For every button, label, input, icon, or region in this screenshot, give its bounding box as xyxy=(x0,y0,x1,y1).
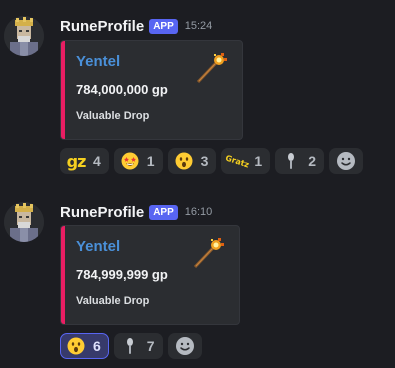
embed-color-bar xyxy=(61,41,65,139)
embed-color-bar xyxy=(61,226,65,324)
reaction-spoon[interactable]: 7 xyxy=(113,333,163,359)
reaction-count: 1 xyxy=(254,153,263,169)
avatar-icon xyxy=(4,202,44,242)
avatar-icon xyxy=(4,16,44,56)
embed-value: 784,000,000 gp xyxy=(76,82,168,97)
reaction-star-struck[interactable]: 1 xyxy=(113,148,163,174)
add-reaction-button[interactable] xyxy=(167,333,202,359)
reaction-count: 4 xyxy=(93,153,101,169)
astonished-face-emoji xyxy=(67,337,85,355)
staff-icon[interactable] xyxy=(191,236,225,270)
reaction-count: 1 xyxy=(146,153,155,169)
embed-footer: Valuable Drop xyxy=(76,295,150,307)
username[interactable]: RuneProfile xyxy=(60,18,144,35)
gratz-emoji-text: Gratz xyxy=(224,152,251,170)
staff-icon[interactable] xyxy=(194,51,228,85)
add-reaction-icon xyxy=(175,337,194,355)
embed-value: 784,999,999 gp xyxy=(76,267,168,282)
star-struck-emoji xyxy=(121,152,139,170)
reaction-count: 3 xyxy=(200,153,209,169)
spoon-emoji xyxy=(282,152,300,170)
embed-footer: Valuable Drop xyxy=(76,110,150,122)
gratz-text-emoji: Gratz xyxy=(224,152,250,170)
reaction-astonished[interactable]: 6 xyxy=(60,333,109,359)
spoon-emoji xyxy=(121,337,139,355)
embed: Yentel 784,000,000 gp Valuable Drop xyxy=(60,40,243,140)
message-header: RuneProfile APP 16:10 xyxy=(60,203,212,221)
reaction-gz[interactable]: gz 4 xyxy=(60,148,109,174)
reaction-spoon[interactable]: 2 xyxy=(275,148,324,174)
gz-text-emoji: gz xyxy=(66,151,87,171)
embed: Yentel 784,999,999 gp Valuable Drop xyxy=(60,225,240,325)
reaction-count: 7 xyxy=(146,338,155,354)
avatar[interactable] xyxy=(4,202,44,242)
timestamp[interactable]: 15:24 xyxy=(185,20,213,32)
reaction-count: 2 xyxy=(308,153,316,169)
add-reaction-button[interactable] xyxy=(328,148,363,174)
message-header: RuneProfile APP 15:24 xyxy=(60,17,212,35)
reaction-gratz[interactable]: Gratz 1 xyxy=(221,148,271,174)
app-badge: APP xyxy=(149,18,178,34)
app-badge: APP xyxy=(149,204,178,220)
reaction-bar: gz 4 1 3 Gratz 1 2 xyxy=(60,148,363,174)
embed-title[interactable]: Yentel xyxy=(76,238,120,255)
username[interactable]: RuneProfile xyxy=(60,204,144,221)
reaction-astonished[interactable]: 3 xyxy=(167,148,217,174)
add-reaction-icon xyxy=(336,152,355,170)
reaction-bar: 6 7 xyxy=(60,333,202,359)
astonished-face-emoji xyxy=(175,152,193,170)
embed-title[interactable]: Yentel xyxy=(76,53,120,70)
timestamp[interactable]: 16:10 xyxy=(185,206,213,218)
reaction-count: 6 xyxy=(93,338,101,354)
gz-emoji-text: gz xyxy=(66,151,87,171)
avatar[interactable] xyxy=(4,16,44,56)
